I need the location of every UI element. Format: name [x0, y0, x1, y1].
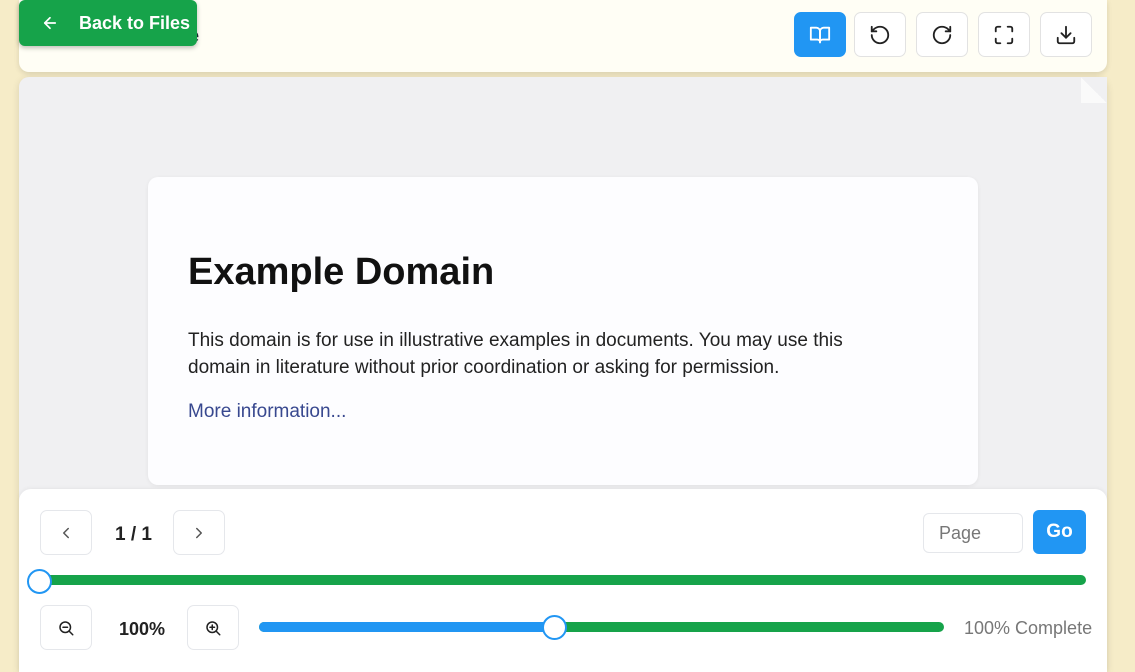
page-number-input[interactable] [923, 513, 1023, 553]
prev-page-button[interactable] [40, 510, 92, 555]
rotate-left-button[interactable] [854, 12, 906, 57]
page-body-text: This domain is for use in illustrative e… [188, 330, 843, 378]
zoom-slider-track[interactable] [259, 622, 944, 632]
page-progress-track[interactable] [40, 575, 1086, 585]
zoom-slider-fill [259, 622, 554, 632]
book-open-icon [809, 26, 831, 43]
page-progress-handle[interactable] [27, 569, 52, 594]
more-information-link[interactable]: More information... [188, 401, 346, 423]
rotate-cw-icon [932, 25, 952, 44]
next-page-button[interactable] [173, 510, 225, 555]
download-button[interactable] [1040, 12, 1092, 57]
rotate-ccw-icon [870, 25, 890, 44]
zoom-out-button[interactable] [40, 605, 92, 650]
reading-mode-button[interactable] [794, 12, 846, 57]
page-corner-fold [1081, 77, 1107, 103]
page-indicator: 1 / 1 [115, 524, 152, 545]
back-to-files-button[interactable]: Back to Files [19, 0, 197, 46]
chevron-right-icon [196, 527, 202, 538]
download-icon [1056, 25, 1076, 44]
viewer-controls: 1 / 1 Go 100% 100% Complete [19, 489, 1107, 672]
zoom-level: 100% [119, 619, 166, 639]
zoom-in-button[interactable] [187, 605, 239, 650]
arrow-left-icon [43, 16, 57, 30]
document-page: Example Domain This domain is for use in… [148, 177, 978, 485]
go-button[interactable]: Go [1033, 510, 1086, 554]
zoom-in-icon [206, 620, 221, 635]
page-heading: Example Domain [188, 251, 495, 293]
completion-label: 100% Complete [964, 618, 1093, 638]
zoom-out-icon [59, 620, 74, 635]
fullscreen-icon [994, 25, 1014, 44]
fullscreen-button[interactable] [978, 12, 1030, 57]
chevron-left-icon [63, 527, 69, 538]
rotate-right-button[interactable] [916, 12, 968, 57]
back-to-files-label: Back to Files [79, 12, 191, 33]
zoom-slider-handle[interactable] [541, 615, 567, 640]
